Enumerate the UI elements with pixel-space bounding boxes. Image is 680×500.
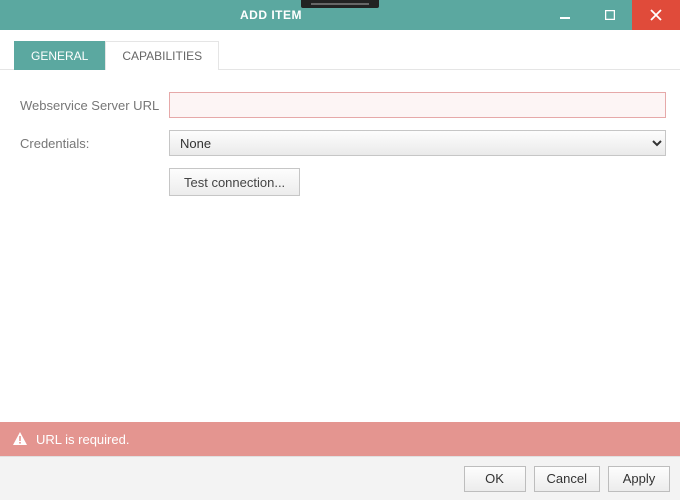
title-bar: ADD ITEM	[0, 0, 680, 30]
cancel-button[interactable]: Cancel	[534, 466, 600, 492]
label-url: Webservice Server URL	[14, 98, 169, 113]
window-title: ADD ITEM	[0, 0, 542, 30]
error-message: URL is required.	[36, 432, 129, 447]
dialog-footer: OK Cancel Apply	[0, 456, 680, 500]
close-button[interactable]	[632, 0, 680, 30]
webservice-url-input[interactable]	[169, 92, 666, 118]
apply-button[interactable]: Apply	[608, 466, 670, 492]
label-credentials: Credentials:	[14, 136, 169, 151]
window-drag-handle[interactable]	[301, 0, 379, 8]
warning-icon	[12, 431, 28, 447]
window-buttons	[542, 0, 680, 30]
row-url: Webservice Server URL	[14, 92, 666, 118]
error-bar: URL is required.	[0, 422, 680, 456]
maximize-button[interactable]	[587, 0, 632, 30]
tab-capabilities[interactable]: CAPABILITIES	[105, 41, 219, 70]
form-general: Webservice Server URL Credentials: None …	[0, 70, 680, 218]
row-credentials: Credentials: None	[14, 130, 666, 156]
minimize-button[interactable]	[542, 0, 587, 30]
test-connection-button[interactable]: Test connection...	[169, 168, 300, 196]
row-test: Test connection...	[14, 168, 666, 196]
maximize-icon	[605, 10, 615, 20]
close-icon	[650, 9, 662, 21]
minimize-icon	[560, 10, 570, 20]
credentials-select[interactable]: None	[169, 130, 666, 156]
content-area: GENERAL CAPABILITIES Webservice Server U…	[0, 30, 680, 422]
ok-button[interactable]: OK	[464, 466, 526, 492]
tab-general[interactable]: GENERAL	[14, 41, 105, 70]
tab-bar: GENERAL CAPABILITIES	[0, 30, 680, 70]
